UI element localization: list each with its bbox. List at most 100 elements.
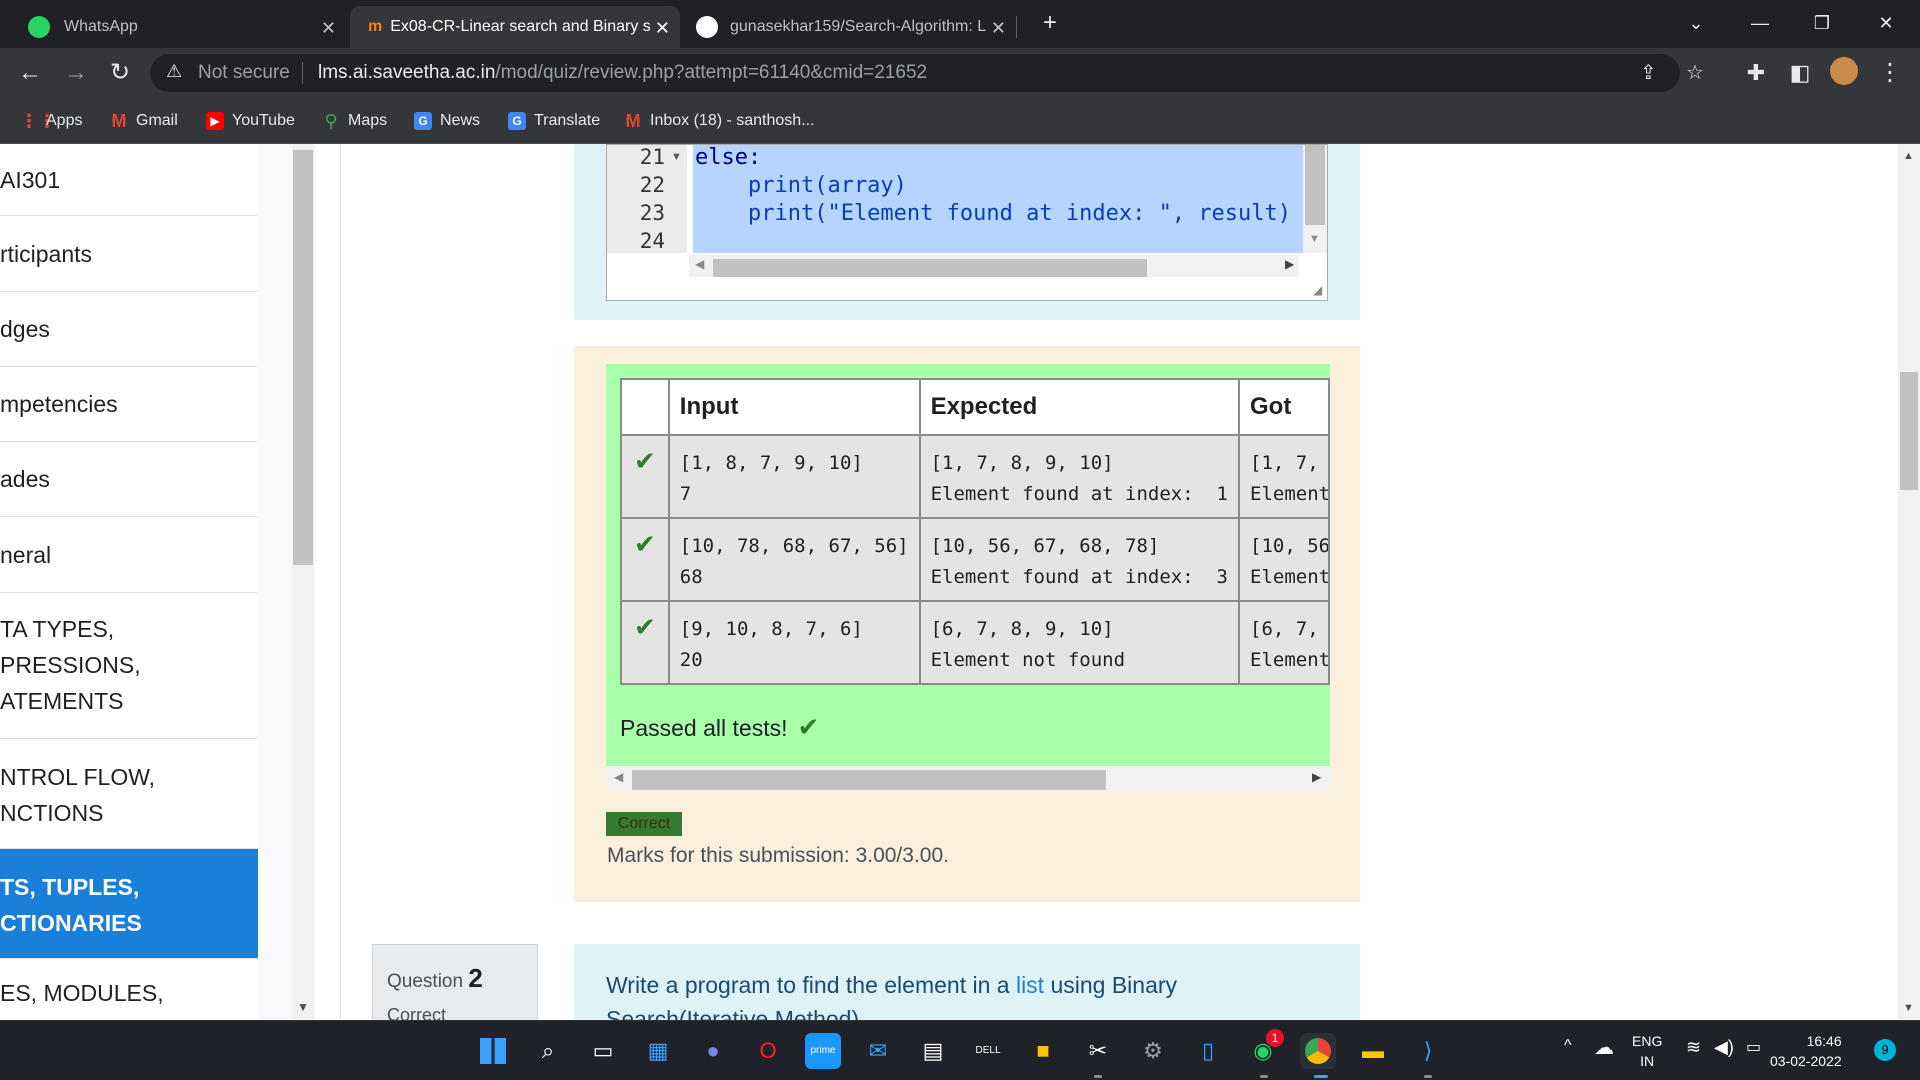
moodle-icon: m bbox=[368, 18, 383, 35]
browser-toolbar: ← → ↻ ⚠ Not secure lms.ai.saveetha.ac.in… bbox=[0, 48, 1920, 98]
cloud-icon[interactable]: ☁ bbox=[1594, 1035, 1614, 1060]
tab-github[interactable]: gunasekhar159/Search-Algorithm: L ✕ bbox=[686, 6, 1016, 48]
scroll-left-arrow-icon[interactable]: ◀ bbox=[695, 257, 704, 271]
extensions-icon[interactable]: ✚ bbox=[1740, 57, 1772, 89]
warning-icon[interactable]: ⚠ bbox=[166, 61, 182, 82]
nav-item-course[interactable]: AI301 bbox=[0, 144, 258, 216]
widgets-icon[interactable]: ▦ bbox=[640, 1033, 676, 1069]
scroll-left-arrow-icon[interactable]: ◀ bbox=[614, 770, 623, 784]
language-indicator[interactable]: ENG IN bbox=[1632, 1031, 1662, 1071]
bookmark-maps[interactable]: ⚲ Maps bbox=[322, 108, 387, 134]
got-column-header: Got bbox=[1238, 378, 1330, 436]
reload-icon[interactable]: ↻ bbox=[104, 57, 136, 89]
url-path: /mod/quiz/review.php?attempt=61140&cmid=… bbox=[495, 62, 928, 83]
nav-item-files-modules[interactable]: ES, MODULES, bbox=[0, 959, 258, 1020]
nav-item-badges[interactable]: dges bbox=[0, 292, 258, 367]
nav-item-grades[interactable]: ades bbox=[0, 442, 258, 517]
file-explorer-icon[interactable]: ▬ bbox=[1355, 1033, 1391, 1069]
question-label: Question 2 bbox=[387, 963, 483, 994]
check-icon: ✔ bbox=[620, 434, 670, 519]
star-icon[interactable]: ☆ bbox=[1686, 60, 1704, 85]
tab-title: Ex08-CR-Linear search and Binary se bbox=[390, 18, 651, 35]
page-scroll-thumb[interactable] bbox=[1900, 372, 1918, 490]
close-icon[interactable]: ✕ bbox=[991, 18, 1006, 39]
tab-title: gunasekhar159/Search-Algorithm: L bbox=[730, 18, 987, 35]
line-number: 22 bbox=[639, 173, 665, 197]
share-icon[interactable]: ⇪ bbox=[1640, 60, 1657, 85]
results-horizontal-thumb[interactable] bbox=[632, 770, 1106, 790]
forward-icon[interactable]: → bbox=[60, 57, 92, 89]
nav-item-competencies[interactable]: mpetencies bbox=[0, 367, 258, 442]
status-column-header bbox=[620, 378, 670, 436]
notification-count-badge[interactable]: 9 bbox=[1874, 1039, 1896, 1061]
url-text[interactable]: lms.ai.saveetha.ac.in/mod/quiz/review.ph… bbox=[318, 62, 927, 84]
omnibox-divider bbox=[302, 62, 303, 84]
close-icon[interactable]: ✕ bbox=[655, 18, 670, 39]
vscode-icon[interactable]: ⟩ bbox=[1410, 1033, 1446, 1069]
scroll-down-arrow-icon[interactable]: ▼ bbox=[1903, 1002, 1914, 1014]
bookmark-youtube[interactable]: ▶ YouTube bbox=[206, 108, 295, 134]
opera-icon[interactable]: O bbox=[750, 1033, 786, 1069]
nav-item-general[interactable]: neral bbox=[0, 517, 258, 593]
region-code: IN bbox=[1640, 1053, 1655, 1069]
nav-item-control-flow[interactable]: NTROL FLOW, NCTIONS bbox=[0, 739, 258, 849]
close-icon[interactable]: ✕ bbox=[321, 18, 336, 39]
scroll-right-arrow-icon[interactable]: ▶ bbox=[1312, 770, 1321, 784]
address-bar[interactable]: ⚠ Not secure lms.ai.saveetha.ac.in/mod/q… bbox=[150, 54, 1704, 92]
clock-time: 16:46 bbox=[1806, 1033, 1842, 1049]
mail-icon[interactable]: ✉ bbox=[860, 1033, 896, 1069]
code-editor[interactable]: 21 ▼ 22 23 24 else: print(array) print("… bbox=[606, 144, 1328, 301]
glossary-link[interactable]: list bbox=[1016, 972, 1044, 998]
minimize-button[interactable]: — bbox=[1740, 8, 1780, 38]
chevron-up-icon[interactable]: ^ bbox=[1564, 1037, 1572, 1055]
tab-search-button[interactable]: ⌄ bbox=[1676, 8, 1716, 38]
snipping-tool-icon[interactable]: ✂ bbox=[1080, 1033, 1116, 1069]
prime-video-icon[interactable]: prime bbox=[805, 1033, 841, 1069]
scroll-right-arrow-icon[interactable]: ▶ bbox=[1285, 257, 1294, 271]
page-scrollbar[interactable] bbox=[1898, 144, 1920, 1020]
scroll-up-arrow-icon[interactable]: ▲ bbox=[1903, 150, 1914, 162]
window-close-button[interactable]: ✕ bbox=[1866, 8, 1906, 38]
menu-icon[interactable]: ⋮ bbox=[1874, 57, 1906, 89]
running-indicator bbox=[1094, 1075, 1102, 1078]
bookmark-gmail[interactable]: M Gmail bbox=[110, 108, 178, 134]
new-tab-button[interactable]: + bbox=[1030, 8, 1070, 38]
avatar[interactable] bbox=[1828, 57, 1860, 89]
bookmark-news[interactable]: G News bbox=[414, 108, 480, 134]
bookmark-translate[interactable]: G Translate bbox=[508, 108, 600, 134]
chrome-icon[interactable] bbox=[1300, 1033, 1336, 1069]
resize-handle-icon[interactable]: ◢ bbox=[1313, 283, 1322, 297]
phone-link-icon[interactable]: ▯ bbox=[1190, 1033, 1226, 1069]
bookmark-label: Apps bbox=[46, 112, 83, 129]
scroll-down-arrow-icon[interactable]: ▼ bbox=[293, 1000, 313, 1016]
restore-button[interactable]: ❐ bbox=[1802, 8, 1842, 38]
sticky-notes-icon[interactable]: ■ bbox=[1025, 1033, 1061, 1069]
scroll-down-arrow-icon[interactable]: ▼ bbox=[1309, 233, 1320, 245]
teams-chat-icon[interactable]: ● bbox=[695, 1033, 731, 1069]
wifi-icon[interactable]: ≋ bbox=[1686, 1037, 1701, 1058]
nav-item-data-types[interactable]: TA TYPES, PRESSIONS, ATEMENTS bbox=[0, 593, 258, 739]
settings-icon[interactable]: ⚙ bbox=[1135, 1033, 1171, 1069]
editor-horizontal-thumb[interactable] bbox=[713, 259, 1147, 277]
windows-start-icon[interactable] bbox=[475, 1033, 511, 1069]
search-icon[interactable]: ⌕ bbox=[530, 1033, 566, 1069]
clock[interactable]: 16:46 03-02-2022 bbox=[1770, 1031, 1842, 1071]
security-label[interactable]: Not secure bbox=[198, 62, 290, 84]
battery-icon[interactable]: ▭ bbox=[1746, 1037, 1761, 1057]
back-icon[interactable]: ← bbox=[14, 57, 46, 89]
tab-ex08[interactable]: m Ex08-CR-Linear search and Binary se ✕ bbox=[350, 6, 680, 48]
fold-arrow-icon[interactable]: ▼ bbox=[671, 151, 682, 163]
bookmark-apps[interactable]: ⋮⋮ Apps bbox=[20, 108, 82, 134]
microsoft-store-icon[interactable]: ▤ bbox=[915, 1033, 951, 1069]
bookmark-inbox[interactable]: M Inbox (18) - santhosh... bbox=[624, 108, 815, 134]
nav-item-lists-tuples[interactable]: TS, TUPLES, CTIONARIES bbox=[0, 849, 258, 959]
clock-date: 03-02-2022 bbox=[1770, 1053, 1842, 1069]
editor-vertical-thumb[interactable] bbox=[1305, 145, 1325, 225]
side-panel-icon[interactable]: ◧ bbox=[1784, 57, 1816, 89]
dell-icon[interactable]: DELL bbox=[970, 1033, 1006, 1069]
drawer-scroll-thumb[interactable] bbox=[293, 150, 313, 565]
nav-item-participants[interactable]: rticipants bbox=[0, 216, 258, 292]
volume-icon[interactable]: ◀) bbox=[1714, 1037, 1734, 1058]
tab-whatsapp[interactable]: WhatsApp ✕ bbox=[16, 6, 346, 48]
task-view-icon[interactable]: ▭ bbox=[585, 1033, 621, 1069]
